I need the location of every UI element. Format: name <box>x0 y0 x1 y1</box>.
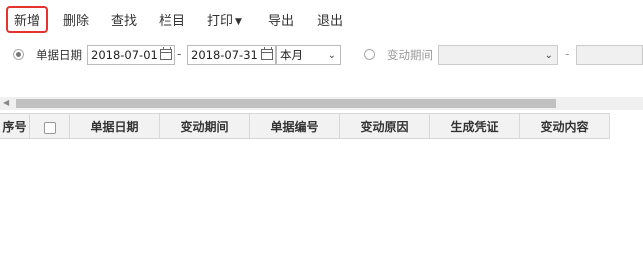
date-from-value: 2018-07-01 <box>91 48 158 62</box>
add-button[interactable]: 新增 <box>5 6 49 33</box>
toolbar: 新增 删除 查找 栏目 打印 ▼ 导出 退出 <box>0 0 643 36</box>
column-header-bill-number[interactable]: 单据编号 <box>250 113 340 139</box>
filter-bar: 单据日期 2018-07-01 - 2018-07-31 本月 ⌄ 变动期间 ⌄… <box>0 40 643 72</box>
bill-date-radio[interactable] <box>13 49 24 60</box>
period-radio[interactable] <box>364 49 375 60</box>
calendar-icon[interactable] <box>261 47 273 60</box>
calendar-icon[interactable] <box>160 47 172 60</box>
scroll-thumb[interactable] <box>16 99 556 108</box>
print-button[interactable]: 打印 ▼ <box>207 10 242 29</box>
date-range-select-value: 本月 <box>280 48 303 62</box>
period-to-select[interactable] <box>576 45 643 65</box>
delete-button[interactable]: 删除 <box>63 10 89 29</box>
select-all-checkbox-cell[interactable] <box>30 113 70 139</box>
date-to-value: 2018-07-31 <box>191 48 258 62</box>
period-range-separator: - <box>565 47 570 61</box>
scroll-left-arrow-icon[interactable]: ◀ <box>3 98 9 107</box>
column-header-voucher[interactable]: 生成凭证 <box>430 113 520 139</box>
column-header-change-content[interactable]: 变动内容 <box>520 113 610 139</box>
column-header-change-reason[interactable]: 变动原因 <box>340 113 430 139</box>
period-label: 变动期间 <box>387 48 433 62</box>
column-header-index: 序号 <box>0 113 30 139</box>
column-header-bill-date[interactable]: 单据日期 <box>70 113 160 139</box>
horizontal-scrollbar[interactable]: ◀ <box>0 97 643 110</box>
chevron-down-icon: ⌄ <box>327 50 336 61</box>
date-range-select[interactable]: 本月 ⌄ <box>276 45 341 65</box>
chevron-down-icon: ⌄ <box>544 50 553 61</box>
chevron-down-icon: ▼ <box>235 17 242 27</box>
select-all-checkbox[interactable] <box>43 121 56 134</box>
export-button[interactable]: 导出 <box>268 10 294 29</box>
date-from-field[interactable]: 2018-07-01 <box>87 45 175 65</box>
columns-button[interactable]: 栏目 <box>159 10 185 29</box>
date-range-separator: - <box>177 47 182 61</box>
print-label: 打印 <box>207 14 234 29</box>
find-button[interactable]: 查找 <box>111 10 137 29</box>
column-header-period[interactable]: 变动期间 <box>160 113 250 139</box>
date-to-field[interactable]: 2018-07-31 <box>187 45 276 65</box>
period-from-select[interactable]: ⌄ <box>438 45 558 65</box>
exit-button[interactable]: 退出 <box>317 10 343 29</box>
bill-date-label: 单据日期 <box>36 48 82 62</box>
